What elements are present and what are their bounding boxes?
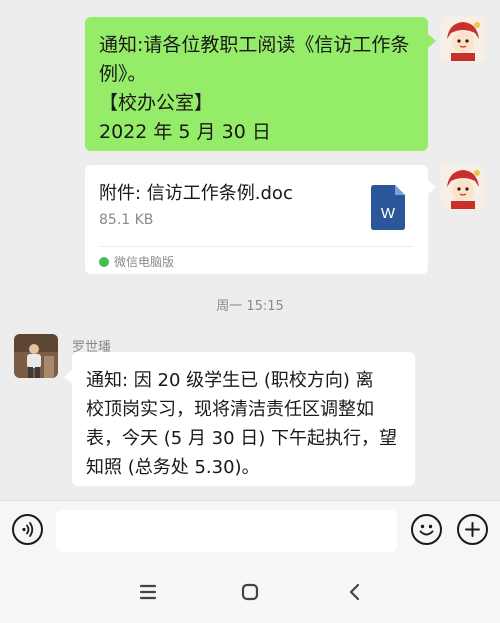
message-timestamp: 周一 15:15 (216, 299, 284, 314)
word-document-icon: W (371, 185, 405, 230)
message-input[interactable] (56, 510, 397, 552)
word-icon-letter: W (381, 205, 396, 222)
my-avatar[interactable] (441, 165, 485, 209)
message-line: 通知: 因 20 级学生已 (职校方向) 离 (86, 370, 374, 391)
my-avatar[interactable] (441, 17, 485, 61)
message-line: 2022 年 5 月 30 日 (99, 121, 271, 143)
file-source-label: 微信电脑版 (114, 255, 175, 269)
file-source: 微信电脑版 (99, 253, 174, 270)
message-line: 知照 (总务处 5.30)。 (86, 457, 260, 478)
message-line: 例》。 (99, 63, 147, 85)
sender-avatar[interactable] (14, 334, 58, 378)
voice-icon[interactable] (12, 514, 43, 545)
bubble-tail (428, 180, 436, 194)
sent-message-bubble[interactable]: 通知:请各位教职工阅读《信访工作条 例》。 【校办公室】 2022 年 5 月 … (85, 17, 428, 151)
file-name: 附件: 信访工作条例.doc (99, 183, 293, 204)
system-navigation-bar (0, 562, 500, 623)
divider (99, 246, 414, 247)
nav-menu-icon[interactable] (136, 580, 160, 604)
file-message-card[interactable]: 附件: 信访工作条例.doc 85.1 KB W 微信电脑版 (85, 165, 428, 274)
nav-back-icon[interactable] (343, 580, 367, 604)
cartoon-avatar-image (441, 17, 485, 61)
emoji-icon[interactable] (411, 514, 442, 545)
wechat-pc-icon (99, 257, 109, 267)
person-photo (14, 334, 58, 378)
message-line: 通知:请各位教职工阅读《信访工作条 (99, 34, 410, 56)
cartoon-avatar-image (441, 165, 485, 209)
bubble-tail (64, 370, 72, 384)
file-size: 85.1 KB (99, 212, 154, 228)
chat-input-bar (0, 500, 500, 562)
message-line: 【校办公室】 (99, 92, 214, 114)
message-line: 表，今天 (5 月 30 日) 下午起执行，望 (86, 428, 398, 449)
received-message-bubble[interactable]: 通知: 因 20 级学生已 (职校方向) 离 校顶岗实习，现将清洁责任区调整如 … (72, 352, 415, 486)
chat-area[interactable]: 通知:请各位教职工阅读《信访工作条 例》。 【校办公室】 2022 年 5 月 … (0, 0, 500, 500)
bubble-tail (428, 34, 436, 48)
message-line: 校顶岗实习，现将清洁责任区调整如 (86, 399, 374, 420)
plus-icon[interactable] (457, 514, 488, 545)
nav-home-icon[interactable] (238, 580, 262, 604)
